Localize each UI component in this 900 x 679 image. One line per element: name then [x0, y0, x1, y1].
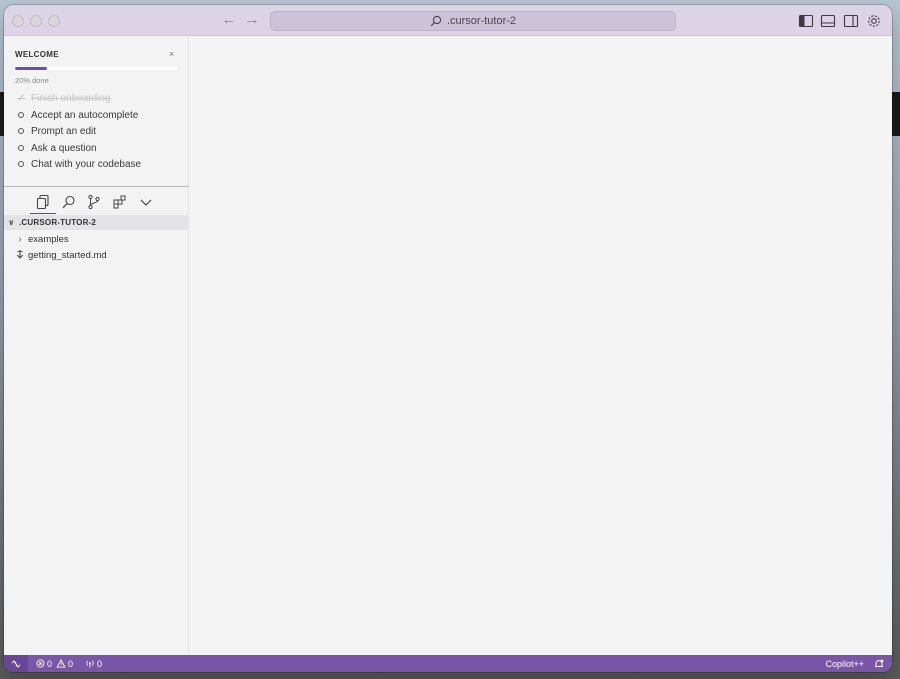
ports-count: 0: [97, 658, 103, 669]
more-views-chevron-icon[interactable]: [138, 194, 154, 210]
explorer-root-folder[interactable]: ∨ .CURSOR-TUTOR-2: [4, 215, 189, 230]
task-finish-onboarding[interactable]: ✓ Finish onboarding: [17, 91, 111, 105]
tree-item-label: examples: [28, 234, 69, 245]
copilot-status[interactable]: Copilot++: [825, 659, 864, 669]
forward-arrow-icon[interactable]: →: [243, 11, 261, 29]
close-window-button[interactable]: [12, 15, 24, 27]
onboarding-progress-bar: [15, 67, 177, 70]
welcome-close-icon[interactable]: ×: [169, 49, 174, 59]
toggle-panel-icon[interactable]: [820, 13, 836, 29]
sidebar: WELCOME × 20% done ✓ Finish onboarding A…: [4, 37, 189, 655]
markdown-file-icon: [15, 249, 25, 262]
chevron-right-icon: ›: [18, 234, 22, 245]
toggle-primary-sidebar-icon[interactable]: [798, 13, 814, 29]
editor-area[interactable]: [190, 37, 892, 655]
settings-gear-icon[interactable]: [866, 13, 882, 29]
remote-connection-icon: [11, 659, 21, 668]
welcome-title: WELCOME: [15, 50, 59, 59]
search-icon[interactable]: [61, 194, 77, 210]
task-accept-autocomplete[interactable]: Accept an autocomplete: [17, 108, 138, 122]
app-window: ← → .cursor-tutor-2 WELCOME × 20% done ✓…: [4, 5, 892, 672]
task-ask-question[interactable]: Ask a question: [17, 141, 97, 155]
command-search-bar[interactable]: .cursor-tutor-2: [270, 11, 676, 31]
task-label: Chat with your codebase: [31, 158, 142, 170]
task-label: Finish onboarding: [31, 92, 111, 104]
warning-icon: [56, 659, 66, 668]
ports-indicator[interactable]: 0: [85, 659, 102, 669]
task-chat-codebase[interactable]: Chat with your codebase: [17, 157, 141, 171]
back-arrow-icon[interactable]: ←: [220, 11, 238, 29]
remote-indicator[interactable]: [4, 655, 28, 672]
task-circle-icon: [18, 112, 24, 118]
search-bar-text: .cursor-tutor-2: [446, 15, 517, 27]
tree-item-examples[interactable]: › examples: [4, 232, 189, 247]
search-icon: [430, 15, 442, 27]
minimize-window-button[interactable]: [30, 15, 42, 27]
chevron-down-icon: ∨: [8, 218, 15, 227]
status-bar: 0 0 0 Copilot++: [4, 655, 892, 672]
notifications-bell-icon[interactable]: [874, 659, 884, 669]
extensions-icon[interactable]: [112, 194, 128, 210]
antenna-icon: [86, 660, 94, 668]
title-bar: ← → .cursor-tutor-2: [4, 5, 892, 36]
toggle-secondary-sidebar-icon[interactable]: [843, 13, 859, 29]
active-view-indicator: [30, 213, 56, 214]
onboarding-progress-fill: [15, 67, 48, 70]
task-circle-icon: [18, 145, 24, 151]
source-control-icon[interactable]: [86, 194, 102, 210]
explorer-files-icon[interactable]: [35, 194, 51, 210]
progress-label: 20% done: [15, 76, 49, 85]
tree-item-label: getting_started.md: [28, 250, 107, 261]
task-label: Prompt an edit: [31, 125, 97, 137]
task-prompt-edit[interactable]: Prompt an edit: [17, 124, 96, 138]
problems-indicator[interactable]: 0 0: [36, 659, 73, 669]
checkmark-icon: ✓: [17, 92, 26, 104]
explorer-root-label: .CURSOR-TUTOR-2: [19, 218, 97, 227]
error-count: 0: [47, 658, 53, 669]
task-circle-icon: [18, 161, 24, 167]
tree-item-getting-started[interactable]: getting_started.md: [4, 248, 189, 263]
warning-count: 0: [68, 658, 74, 669]
task-circle-icon: [18, 128, 24, 134]
zoom-window-button[interactable]: [48, 15, 60, 27]
task-label: Accept an autocomplete: [31, 109, 139, 121]
task-label: Ask a question: [31, 142, 97, 154]
sidebar-divider: [4, 186, 189, 187]
error-icon: [36, 659, 45, 668]
